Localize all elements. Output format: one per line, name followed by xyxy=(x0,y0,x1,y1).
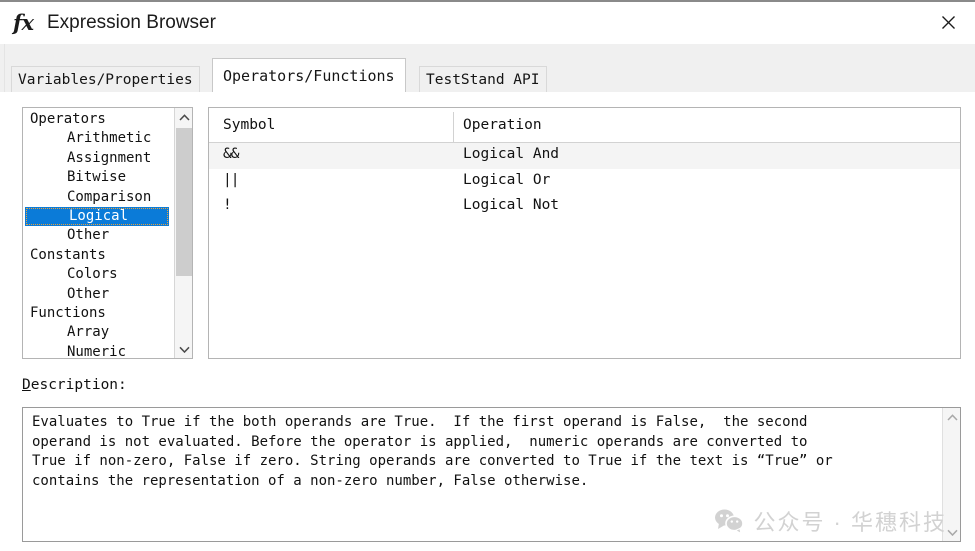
description-scrollbar[interactable] xyxy=(942,408,960,541)
chevron-up-icon xyxy=(178,113,190,121)
tree-item[interactable]: Constants xyxy=(23,246,173,265)
tab-label: Variables/Properties xyxy=(18,71,193,88)
window-title: Expression Browser xyxy=(47,12,216,33)
table-row[interactable]: || Logical Or xyxy=(209,169,960,195)
description-label-accel: D xyxy=(22,377,31,393)
category-tree-list[interactable]: Operators Arithmetic Assignment Bitwise Comp… xyxy=(23,108,173,358)
symbol-table-panel: Symbol Operation && Logical And || Logical … xyxy=(208,107,961,359)
category-tree-panel: Operators Arithmetic Assignment Bitwise Comp… xyxy=(22,107,193,359)
description-box[interactable]: Evaluates to True if the both operands a… xyxy=(22,407,961,542)
cell-symbol: || xyxy=(223,171,240,188)
close-icon xyxy=(941,15,955,29)
table-row[interactable]: && Logical And xyxy=(209,143,960,169)
tree-item[interactable]: Operators xyxy=(23,110,173,129)
scrollbar-thumb[interactable] xyxy=(176,128,192,276)
window-bottom-edge xyxy=(0,547,975,551)
cell-symbol: ! xyxy=(223,197,232,213)
symbol-table-header: Symbol Operation xyxy=(209,108,960,143)
chevron-down-icon xyxy=(178,346,190,353)
tab-variables-properties[interactable]: Variables/Properties xyxy=(11,66,200,92)
tree-item[interactable]: Numeric xyxy=(23,343,173,358)
tree-item[interactable]: Assignment xyxy=(23,149,173,168)
column-divider[interactable] xyxy=(453,112,454,142)
description-label-rest: escription: xyxy=(30,377,127,393)
cell-operation: Logical Or xyxy=(463,171,551,188)
cell-symbol: && xyxy=(223,146,240,162)
scroll-up-button[interactable] xyxy=(175,108,192,126)
tree-item[interactable]: Arithmetic xyxy=(23,129,173,148)
table-row[interactable]: ! Logical Not xyxy=(209,194,960,220)
column-header-symbol[interactable]: Symbol xyxy=(223,117,275,133)
scroll-down-button[interactable] xyxy=(943,523,960,541)
tab-label: Operators/Functions xyxy=(223,66,395,85)
tree-item[interactable]: Logical xyxy=(25,206,169,227)
expression-browser-window: fx Expression Browser Variables/Properti… xyxy=(0,0,975,551)
fx-icon: fx xyxy=(13,10,34,35)
tree-item[interactable]: Colors xyxy=(23,265,173,284)
cell-operation: Logical And xyxy=(463,146,560,162)
cell-operation: Logical Not xyxy=(463,197,560,213)
tree-item[interactable]: Comparison xyxy=(23,188,173,207)
description-text: Evaluates to True if the both operands a… xyxy=(32,414,833,489)
tree-item[interactable]: Other xyxy=(23,226,173,245)
column-header-operation[interactable]: Operation xyxy=(463,117,542,133)
title-bar: fx Expression Browser xyxy=(0,0,975,46)
chevron-down-icon xyxy=(946,529,958,536)
tree-item[interactable]: Other xyxy=(23,285,173,304)
category-tree-scrollbar[interactable] xyxy=(174,108,192,358)
tab-content-operators-functions: Operators Arithmetic Assignment Bitwise Comp… xyxy=(0,92,975,551)
scroll-up-button[interactable] xyxy=(943,408,960,426)
tree-item[interactable]: Bitwise xyxy=(23,168,173,187)
tab-strip: Variables/Properties Operators/Functions… xyxy=(0,44,975,92)
description-label: Description: xyxy=(22,377,127,393)
chevron-up-icon xyxy=(946,413,958,421)
scroll-down-button[interactable] xyxy=(175,340,192,358)
tree-item[interactable]: Functions xyxy=(23,304,173,323)
tab-label: TestStand API xyxy=(426,71,540,88)
close-button[interactable] xyxy=(927,6,969,38)
tab-operators-functions[interactable]: Operators/Functions xyxy=(212,58,406,92)
tree-item[interactable]: Array xyxy=(23,323,173,342)
symbol-table-body: && Logical And || Logical Or! Logical Not xyxy=(209,143,960,220)
tab-teststand-api[interactable]: TestStand API xyxy=(419,66,547,92)
